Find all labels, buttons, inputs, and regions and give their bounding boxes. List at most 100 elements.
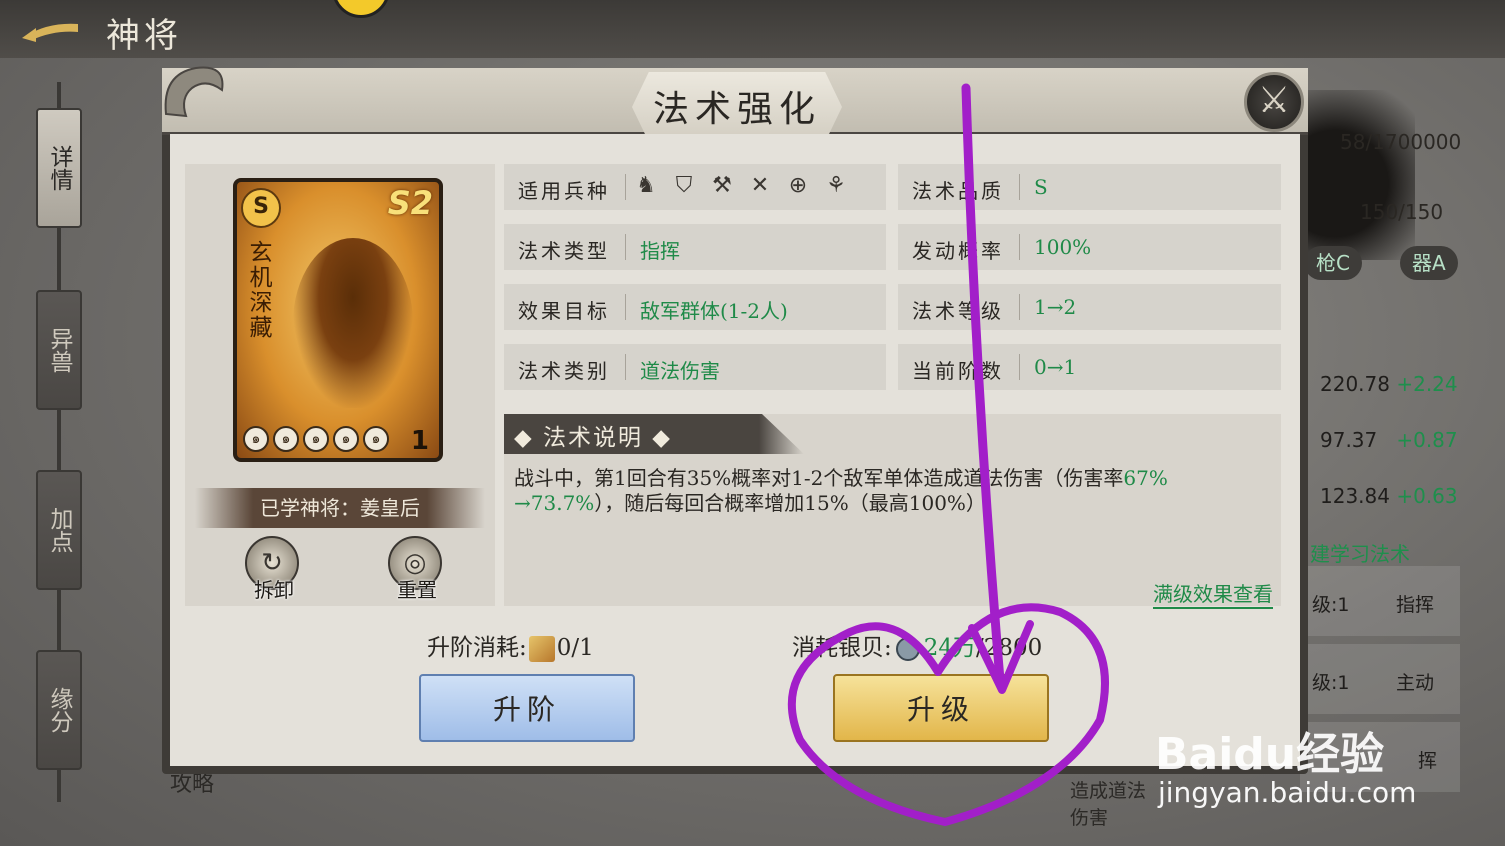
row-level: 级:1 — [1312, 594, 1350, 616]
target-icon: ⊕ — [788, 173, 808, 198]
close-button[interactable]: ⚔ — [1244, 72, 1304, 132]
spell-description-panel: ◆ 法术说明 ◆ 战斗中，第1回合有35%概率对1-2个敌军单体造成道法伤害（伤… — [504, 414, 1281, 609]
table-row[interactable]: 级:1 指挥 — [1300, 566, 1460, 636]
rate-cell: 发动概率 100% — [898, 224, 1281, 270]
unit-types-cell: 适用兵种 ♞ ⛉ ⚒ ✕ ⊕ ⚘ — [504, 164, 886, 210]
description-title: ◆ 法术说明 ◆ — [514, 425, 672, 451]
divider — [1019, 174, 1020, 200]
stat-value: 220.78 — [1320, 372, 1390, 396]
quality-value: S — [1034, 175, 1048, 199]
grade-label: S2 — [387, 184, 433, 222]
divider — [1019, 234, 1020, 260]
dialog-body: S S2 玄机深藏 ๑ ๑ ๑ ๑ ๑ 1 已学神将：姜皇后 ↻ 拆卸 ◎ 重置… — [170, 134, 1300, 766]
category-value: 道法伤害 — [640, 359, 720, 383]
fan-icon: ⚘ — [826, 173, 846, 198]
exp-value: 58/1700000 — [1340, 130, 1462, 154]
cloud-star-icon: ๑ — [363, 426, 389, 452]
divider — [625, 354, 626, 380]
cloud-star-icon: ๑ — [303, 426, 329, 452]
spell-upgrade-dialog: 法术强化 ⚔ S S2 玄机深藏 ๑ ๑ ๑ ๑ ๑ 1 已学神将：姜皇后 ↻ … — [162, 66, 1308, 774]
back-arrow-icon — [22, 23, 78, 42]
dragon-ornament-icon — [164, 66, 224, 118]
currency-icon[interactable] — [332, 0, 390, 18]
divider — [1019, 354, 1020, 380]
rate-label: 发动概率 — [912, 239, 1004, 263]
tab-points[interactable]: 加点 — [36, 470, 82, 590]
advance-button[interactable]: 升阶 — [419, 674, 635, 742]
reset-button[interactable]: ◎ 重置 — [388, 536, 442, 602]
tab-beast-label: 异兽 — [46, 327, 72, 373]
divider — [625, 174, 626, 200]
dialog-title: 法术强化 — [652, 89, 821, 130]
target-value: 敌军群体(1-2人) — [640, 299, 788, 323]
silver-current: 24万 — [923, 635, 977, 661]
row-type: 指挥 — [1396, 594, 1435, 616]
description-title-text: 法术说明 — [543, 425, 643, 451]
stat-value: 123.84 — [1320, 484, 1390, 508]
divider — [625, 294, 626, 320]
cloud-star-icon: ๑ — [333, 426, 359, 452]
stat-row: 97.37 +0.87 — [1320, 428, 1458, 452]
stamina-value: 150/150 — [1360, 200, 1444, 224]
tab-details[interactable]: 详情 — [36, 108, 82, 228]
type-label: 法术类型 — [518, 239, 610, 263]
page-title: 神将 — [106, 16, 182, 56]
cloud-star-icon: ๑ — [273, 426, 299, 452]
tab-fate[interactable]: 缘分 — [36, 650, 82, 770]
unit-types-label: 适用兵种 — [518, 179, 610, 203]
silver-total: /2800 — [976, 635, 1043, 661]
cavalry-icon: ♞ — [636, 173, 656, 198]
quality-cell: 法术品质 S — [898, 164, 1281, 210]
description-text: 战斗中，第1回合有35%概率对1-2个敌军单体造成道法伤害（伤害率67% →73.… — [514, 466, 1264, 516]
table-row[interactable]: 级:1 主动 — [1300, 644, 1460, 714]
quality-label: 法术品质 — [912, 179, 1004, 203]
spell-card-panel: S S2 玄机深藏 ๑ ๑ ๑ ๑ ๑ 1 已学神将：姜皇后 ↻ 拆卸 ◎ 重置 — [185, 164, 495, 606]
tab-details-label: 详情 — [46, 145, 72, 191]
upgrade-button[interactable]: 升级 — [833, 674, 1049, 742]
max-level-effect-link[interactable]: 满级效果查看 — [1153, 578, 1273, 609]
row-type: 主动 — [1396, 672, 1435, 694]
target-label: 效果目标 — [518, 299, 610, 323]
target-cell: 效果目标 敌军群体(1-2人) — [504, 284, 886, 330]
unit-icons: ♞ ⛉ ⚒ ✕ ⊕ ⚘ — [632, 172, 850, 200]
unload-button[interactable]: ↻ 拆卸 — [245, 536, 299, 602]
learn-spell-link[interactable]: 建学习法术 — [1310, 538, 1410, 567]
scroll-icon — [528, 636, 555, 662]
type-cell: 法术类型 指挥 — [504, 224, 886, 270]
divider — [625, 234, 626, 260]
stat-row: 123.84 +0.63 — [1320, 484, 1458, 508]
stat-delta: +0.63 — [1396, 484, 1458, 508]
tab-points-label: 加点 — [46, 507, 72, 553]
tag-weapon-label: 器A — [1412, 251, 1446, 275]
rarity-badge: S — [241, 188, 281, 228]
damage-rate-next: →73.7% — [514, 491, 595, 515]
stat-delta: +2.24 — [1396, 372, 1458, 396]
stage-cell: 当前阶数 0→1 — [898, 344, 1281, 390]
level-cell: 法术等级 1→2 — [898, 284, 1281, 330]
type-value: 指挥 — [640, 239, 680, 263]
description-text-a: 战斗中，第1回合有35%概率对1-2个敌军单体造成道法伤害（伤害率 — [514, 466, 1124, 490]
category-cell: 法术类别 道法伤害 — [504, 344, 886, 390]
stat-delta: +0.87 — [1396, 428, 1458, 452]
spell-art — [293, 238, 413, 408]
crossed-spears-icon: ✕ — [750, 173, 770, 198]
stat-row: 220.78 +2.24 — [1320, 372, 1458, 396]
silver-cost: 消耗银贝: 24万/2800 — [792, 628, 1042, 662]
advance-cost: 升阶消耗: 0/1 — [427, 628, 594, 662]
silver-coin-icon — [895, 637, 920, 661]
spell-name: 玄机深藏 — [245, 240, 271, 340]
damage-rate-current: 67% — [1123, 466, 1168, 490]
card-level: 1 — [410, 426, 429, 456]
stage-value: 0→1 — [1034, 355, 1077, 379]
row-level: 级:1 — [1312, 672, 1350, 694]
tab-beast[interactable]: 异兽 — [36, 290, 82, 410]
stat-value: 97.37 — [1320, 428, 1378, 452]
back-button[interactable] — [18, 12, 84, 46]
star-row: ๑ ๑ ๑ ๑ ๑ — [243, 424, 389, 454]
advance-cost-value: 0/1 — [556, 635, 594, 661]
tab-fate-label: 缘分 — [46, 687, 72, 733]
cloud-star-icon: ๑ — [243, 426, 269, 452]
tag-spear: 枪C — [1304, 246, 1362, 280]
reset-label: 重置 — [397, 578, 437, 602]
spell-card[interactable]: S S2 玄机深藏 ๑ ๑ ๑ ๑ ๑ 1 — [233, 178, 443, 462]
